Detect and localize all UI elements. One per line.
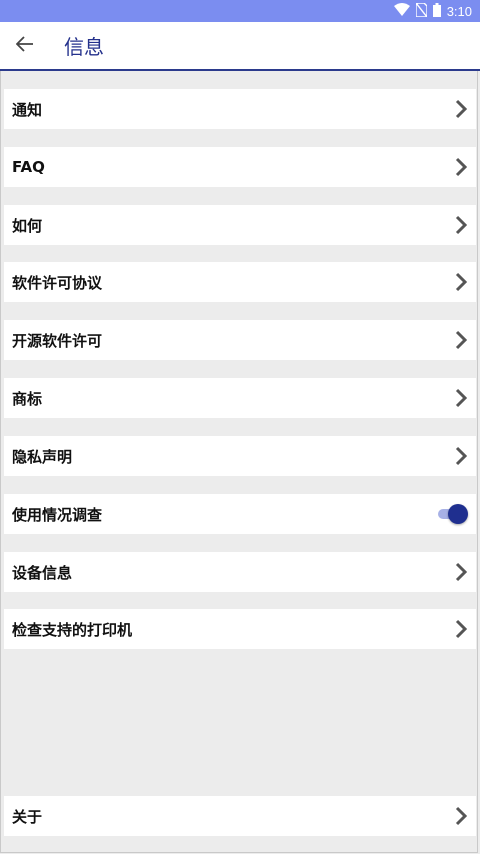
list-item-supported-printers[interactable]: 检查支持的打印机: [4, 609, 476, 649]
chevron-right-icon: [452, 156, 470, 178]
list-item-privacy[interactable]: 隐私声明: [4, 436, 476, 476]
status-icons: 3:10: [393, 0, 472, 22]
list-item-label: 开源软件许可: [12, 331, 103, 350]
list-item-label: FAQ: [12, 158, 45, 176]
list-item-how-to[interactable]: 如何: [4, 205, 476, 245]
wifi-icon: [393, 3, 410, 19]
list-item-faq[interactable]: FAQ: [4, 147, 476, 187]
chevron-right-icon: [452, 214, 470, 236]
chevron-right-icon: [452, 445, 470, 467]
list-item-usage-survey: 使用情况调查: [4, 494, 476, 534]
list-item-trademarks[interactable]: 商标: [4, 378, 476, 418]
usage-survey-toggle[interactable]: [438, 503, 468, 525]
list-item-label: 检查支持的打印机: [12, 620, 133, 639]
list-item-label: 使用情况调查: [12, 505, 103, 524]
chevron-right-icon: [452, 805, 470, 827]
list-item-device-info[interactable]: 设备信息: [4, 552, 476, 592]
battery-icon: [432, 2, 441, 20]
chevron-right-icon: [452, 561, 470, 583]
list-item-about[interactable]: 关于: [4, 796, 476, 836]
list-item-notifications[interactable]: 通知: [4, 89, 476, 129]
list-item-open-source[interactable]: 开源软件许可: [4, 320, 476, 360]
status-bar: 3:10: [0, 0, 480, 22]
list-item-license-agreement[interactable]: 软件许可协议: [4, 262, 476, 302]
toggle-knob: [448, 504, 468, 524]
chevron-right-icon: [452, 618, 470, 640]
status-time: 3:10: [446, 3, 472, 19]
app-bar: 信息: [0, 22, 480, 71]
list-item-label: 商标: [12, 389, 43, 408]
list-item-label: 软件许可协议: [12, 273, 103, 292]
chevron-right-icon: [452, 98, 470, 120]
list-item-label: 通知: [12, 100, 43, 119]
arrow-left-icon: [15, 35, 34, 56]
chevron-right-icon: [452, 271, 470, 293]
no-sim-icon: [414, 1, 428, 20]
chevron-right-icon: [452, 387, 470, 409]
page-title: 信息: [64, 35, 104, 59]
list-item-label: 如何: [12, 216, 43, 235]
back-button[interactable]: [0, 22, 50, 69]
chevron-right-icon: [452, 329, 470, 351]
list-item-label: 设备信息: [12, 563, 73, 582]
list-item-label: 隐私声明: [12, 447, 73, 466]
list-item-label: 关于: [12, 807, 43, 826]
